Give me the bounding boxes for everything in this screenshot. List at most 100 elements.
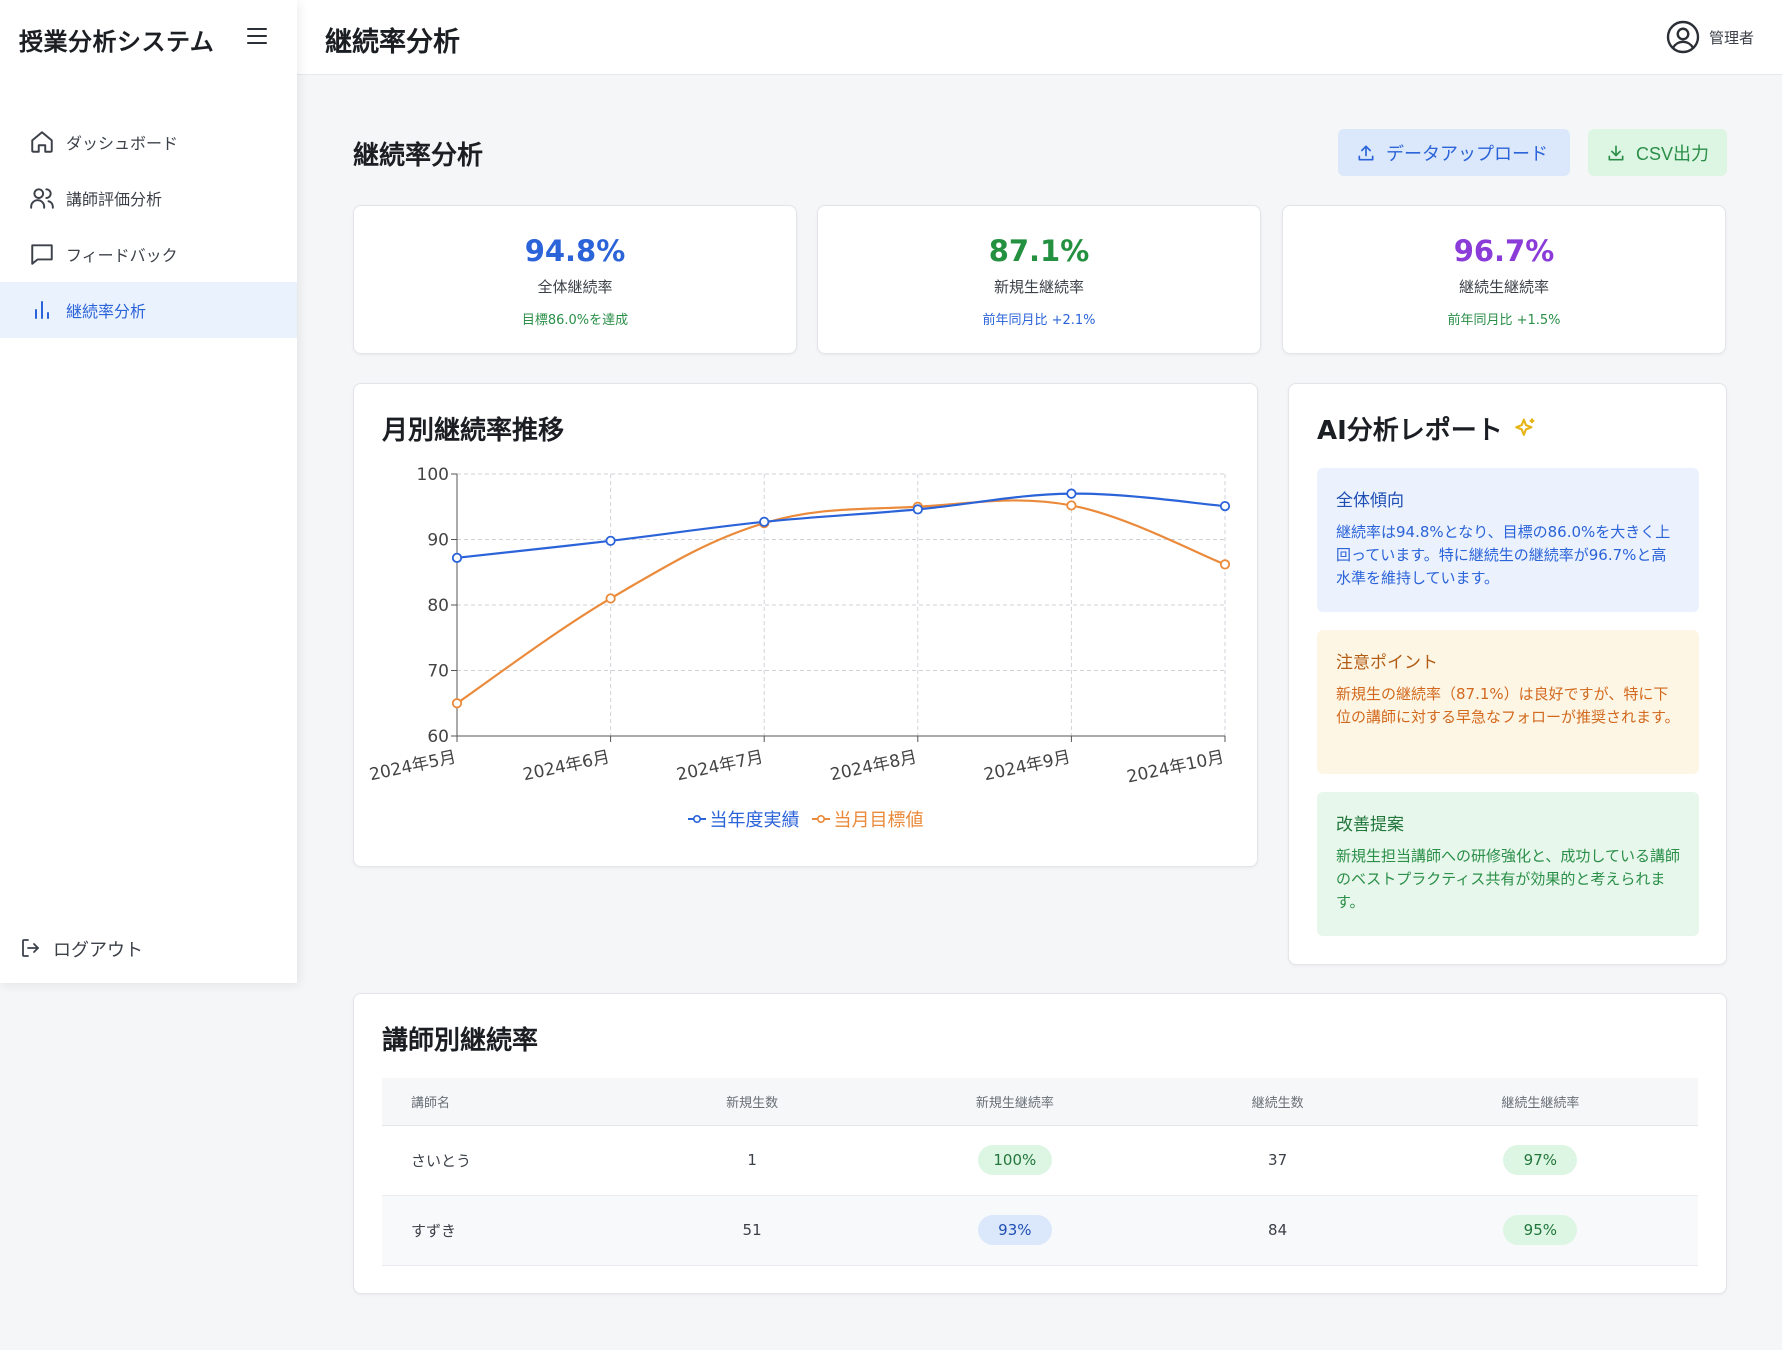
- y-tick-label: 60: [427, 727, 449, 747]
- user-menu[interactable]: 管理者: [1665, 19, 1754, 55]
- stat-sub: 前年同月比 +2.1%: [982, 313, 1096, 328]
- stat-card-continuing: 96.7% 継続生継続率 前年同月比 +1.5%: [1282, 205, 1726, 354]
- table-row[interactable]: すずき 51 93% 84 95%: [382, 1195, 1698, 1266]
- column-header-name: 講師名: [382, 1078, 647, 1126]
- ai-block-text: 新規生担当講師への研修強化と、成功している講師のベストプラクティス共有が効果的と…: [1336, 847, 1680, 911]
- data-point-target: [451, 698, 463, 709]
- csv-export-button[interactable]: CSV出力: [1588, 129, 1727, 176]
- data-point-actual: [451, 552, 463, 563]
- data-point-target: [605, 593, 616, 604]
- data-upload-button[interactable]: データアップロード: [1338, 129, 1570, 176]
- chat-icon: [28, 240, 56, 268]
- column-header-new-rate: 新規生継続率: [857, 1078, 1173, 1126]
- line-chart: 60 70 80 90 100 2024年5月 2024年6月 2024年7月 2024年8月 2…: [368, 465, 1231, 787]
- ai-block-text: 継続率は94.8%となり、目標の86.0%を大きく上回っています。特に継続生の継…: [1336, 523, 1671, 587]
- page-title: 継続率分析: [353, 141, 484, 171]
- users-icon: [28, 184, 56, 212]
- sidebar-item-label: 講師評価分析: [66, 190, 163, 209]
- table-header-row: 講師名 新規生数 新規生継続率 継続生数 継続生継続率: [382, 1078, 1698, 1126]
- new-rate-badge: 93%: [977, 1215, 1052, 1245]
- y-tick-label: 80: [427, 596, 449, 616]
- table-title: 講師別継続率: [382, 1026, 539, 1056]
- user-avatar-icon: [1665, 19, 1701, 55]
- ai-block-suggestion: 改善提案 新規生担当講師への研修強化と、成功している講師のベストプラクティス共有…: [1317, 792, 1699, 936]
- stat-sub: 前年同月比 +1.5%: [1447, 313, 1561, 328]
- x-tick-label: 2024年9月: [982, 747, 1072, 785]
- new-rate-cell: 93%: [857, 1195, 1173, 1266]
- monthly-retention-chart-card: 月別継続率推移 60 70 80 90 100 2024年5月 2024年6月 2024年7月…: [353, 383, 1258, 867]
- new-rate-badge: 100%: [977, 1145, 1052, 1175]
- x-tick-label: 2024年7月: [675, 747, 765, 785]
- teacher-name: さいとう: [382, 1125, 647, 1196]
- sparkle-icon: [1511, 415, 1539, 443]
- ai-report-card: AI分析レポート 全体傾向 継続率は94.8%となり、目標の86.0%を大きく上…: [1288, 383, 1727, 965]
- download-icon: [1606, 143, 1626, 163]
- legend-label: 当年度実績: [709, 810, 800, 831]
- stat-label: 新規生継続率: [993, 278, 1084, 296]
- x-tick-label: 2024年6月: [521, 747, 611, 785]
- logout-label: ログアウト: [53, 940, 143, 961]
- logout-button[interactable]: ログアウト: [19, 936, 143, 962]
- upload-label: データアップロード: [1386, 143, 1548, 164]
- column-header-new-count: 新規生数: [647, 1078, 858, 1126]
- stat-label: 全体継続率: [537, 278, 613, 296]
- home-icon: [28, 128, 56, 156]
- stat-label: 継続生継続率: [1458, 278, 1549, 296]
- chart-legend: 当年度実績 当月目標値: [354, 806, 1257, 832]
- data-point-actual: [605, 535, 616, 546]
- top-bar: 継続率分析 管理者: [297, 0, 1782, 75]
- data-point-actual: [912, 504, 923, 515]
- y-tick-label: 70: [427, 662, 449, 682]
- teacher-retention-card: 講師別継続率 講師名 新規生数 新規生継続率 継続生数 継続生継続率 さいとう …: [353, 993, 1727, 1294]
- cont-rate-cell: 95%: [1382, 1195, 1698, 1266]
- data-point-actual: [1219, 500, 1231, 512]
- sidebar-item-label: 継続率分析: [66, 302, 147, 321]
- stat-value: 94.8%: [524, 234, 626, 268]
- sidebar-item-teacher-evaluation[interactable]: 講師評価分析: [0, 170, 297, 226]
- legend-swatch-actual: [687, 814, 706, 824]
- csv-label: CSV出力: [1636, 143, 1710, 164]
- sidebar-item-feedback[interactable]: フィードバック: [0, 226, 297, 282]
- ai-block-heading: 全体傾向: [1336, 491, 1404, 511]
- teacher-name: すずき: [382, 1195, 647, 1266]
- x-tick-label: 2024年10月: [1125, 747, 1226, 787]
- legend-item-actual[interactable]: 当年度実績: [687, 806, 800, 832]
- ai-report-title: AI分析レポート: [1317, 410, 1539, 447]
- legend-swatch-target: [811, 814, 830, 824]
- sidebar-item-retention[interactable]: 継続率分析: [0, 282, 297, 338]
- data-point-target: [1219, 559, 1231, 570]
- header-title: 継続率分析: [325, 27, 460, 58]
- stat-card-overall: 94.8% 全体継続率 目標86.0%を達成: [353, 205, 797, 354]
- stat-value: 87.1%: [988, 234, 1090, 268]
- sidebar-item-label: フィードバック: [66, 246, 178, 265]
- sidebar-nav: ダッシュボード 講師評価分析 フィードバック 継続率分析: [0, 114, 297, 338]
- data-point-actual: [1066, 488, 1077, 499]
- stat-card-new: 87.1% 新規生継続率 前年同月比 +2.1%: [817, 205, 1261, 354]
- ai-report-title-text: AI分析レポート: [1317, 416, 1503, 446]
- cont-count: 37: [1172, 1125, 1383, 1196]
- ai-block-text: 新規生の継続率（87.1%）は良好ですが、特に下位の講師に対する早急なフォローが…: [1336, 685, 1680, 726]
- sidebar-item-label: ダッシュボード: [66, 134, 179, 153]
- new-count: 1: [647, 1125, 858, 1196]
- ai-block-attention: 注意ポイント 新規生の継続率（87.1%）は良好ですが、特に下位の講師に対する早…: [1317, 630, 1699, 774]
- ai-block-overall-trend: 全体傾向 継続率は94.8%となり、目標の86.0%を大きく上回っています。特に…: [1317, 468, 1699, 612]
- series-line-actual: [456, 492, 1226, 559]
- ai-block-heading: 注意ポイント: [1336, 653, 1438, 673]
- teacher-retention-table: 講師名 新規生数 新規生継続率 継続生数 継続生継続率 さいとう 1 100% …: [382, 1078, 1698, 1266]
- upload-icon: [1356, 143, 1376, 163]
- ai-block-heading: 改善提案: [1336, 815, 1404, 835]
- y-tick-label: 90: [427, 531, 449, 551]
- x-tick-label: 2024年8月: [829, 747, 919, 785]
- cont-rate-badge: 97%: [1503, 1145, 1578, 1175]
- menu-toggle-icon[interactable]: [247, 28, 267, 46]
- user-name: 管理者: [1708, 28, 1754, 47]
- cont-count: 84: [1172, 1195, 1383, 1266]
- data-point-actual: [759, 516, 770, 527]
- column-header-cont-rate: 継続生継続率: [1382, 1078, 1698, 1126]
- column-header-cont-count: 継続生数: [1172, 1078, 1383, 1126]
- bar-chart-icon: [28, 296, 56, 324]
- legend-item-target[interactable]: 当月目標値: [811, 806, 924, 832]
- series-line-target: [456, 499, 1226, 705]
- sidebar-item-dashboard[interactable]: ダッシュボード: [0, 114, 297, 170]
- table-row[interactable]: さいとう 1 100% 37 97%: [382, 1125, 1698, 1196]
